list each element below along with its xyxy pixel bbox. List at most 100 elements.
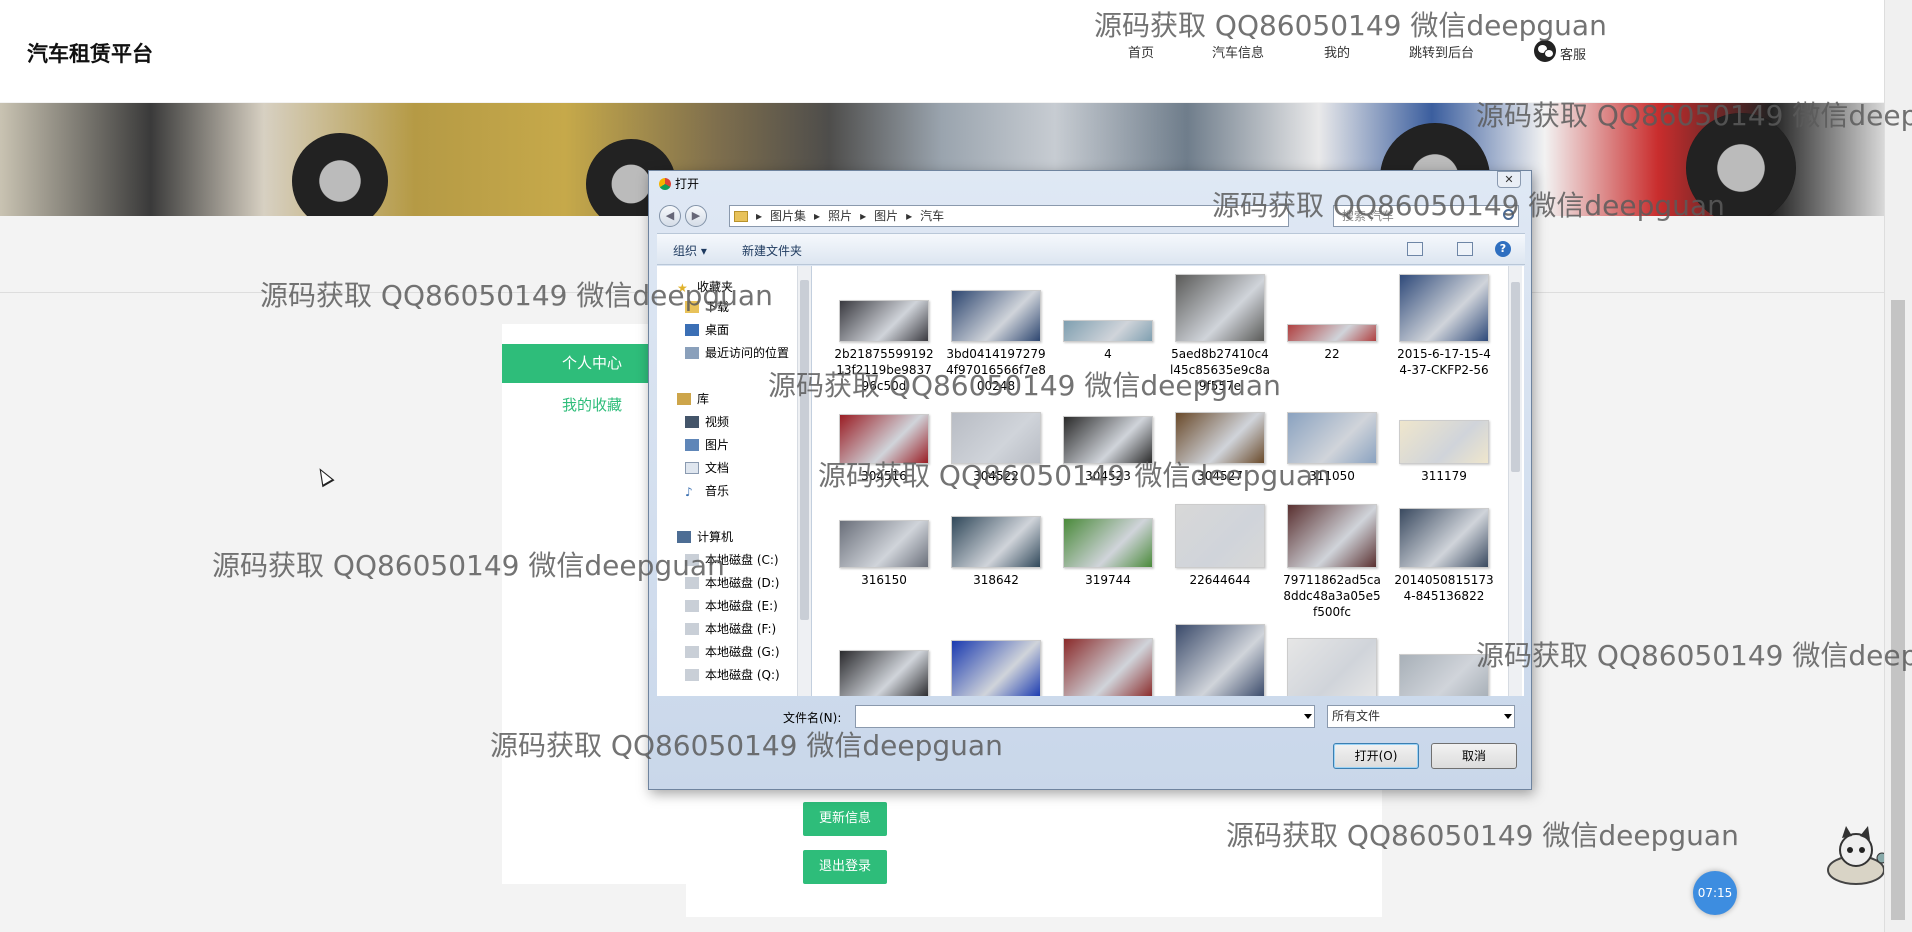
mascot-icon[interactable] bbox=[1818, 824, 1888, 888]
file-item[interactable]: 319744 bbox=[1054, 518, 1162, 588]
file-item[interactable]: 316150 bbox=[830, 520, 938, 588]
organize-menu[interactable]: 组织 ▾ bbox=[673, 242, 707, 259]
nav-drive-e[interactable]: 本地磁盘 (E:) bbox=[685, 597, 778, 614]
help-icon[interactable]: ? bbox=[1495, 241, 1511, 257]
filename-input[interactable] bbox=[855, 705, 1315, 728]
nav-customer-service[interactable]: 客服 bbox=[1534, 38, 1586, 63]
file-item[interactable]: 2b21875599192 13f2119be9837 96c50d bbox=[830, 300, 938, 394]
nav-drive-c[interactable]: 本地磁盘 (C:) bbox=[685, 551, 779, 568]
brand-title[interactable]: 汽车租赁平台 bbox=[27, 38, 153, 68]
nav-drive-g[interactable]: 本地磁盘 (G:) bbox=[685, 643, 780, 660]
logout-button[interactable]: 退出登录 bbox=[803, 850, 887, 884]
file-item[interactable]: 5aed8b27410c4 l45c85635e9c8a 9f557e bbox=[1166, 274, 1274, 394]
file-thumbnail bbox=[1063, 638, 1153, 696]
nav-music[interactable]: ♪ 音乐 bbox=[685, 482, 729, 499]
back-button[interactable]: ◀ bbox=[659, 205, 681, 227]
file-item[interactable]: 2015-6-17-15-4 4-37-CKFP2-56 bbox=[1390, 274, 1498, 378]
file-name: 316150 bbox=[861, 573, 907, 587]
file-thumbnail bbox=[951, 640, 1041, 696]
file-item[interactable] bbox=[1166, 624, 1274, 696]
file-item[interactable]: 304523 bbox=[1054, 416, 1162, 484]
file-item[interactable]: 304516 bbox=[830, 414, 938, 484]
scroll-thumb[interactable] bbox=[1511, 282, 1520, 472]
nav-car-info[interactable]: 汽车信息 bbox=[1212, 42, 1264, 61]
nav-computer[interactable]: 计算机 bbox=[677, 528, 733, 545]
breadcrumb-item[interactable]: 图片 bbox=[874, 206, 898, 226]
open-button[interactable]: 打开(O) bbox=[1333, 743, 1419, 769]
close-icon[interactable]: ✕ bbox=[1497, 171, 1521, 188]
drive-icon bbox=[685, 576, 699, 589]
nav-desktop[interactable]: 桌面 bbox=[685, 321, 729, 338]
file-thumbnail bbox=[1175, 274, 1265, 342]
cancel-button[interactable]: 取消 bbox=[1431, 743, 1517, 769]
nav-home[interactable]: 首页 bbox=[1128, 42, 1154, 61]
file-item[interactable]: 22644644 bbox=[1166, 504, 1274, 588]
view-options-icon[interactable] bbox=[1407, 242, 1423, 256]
new-folder-button[interactable]: 新建文件夹 bbox=[742, 242, 802, 259]
nav-drive-d[interactable]: 本地磁盘 (D:) bbox=[685, 574, 779, 591]
nav-videos[interactable]: 视频 bbox=[685, 413, 729, 430]
file-item[interactable] bbox=[1278, 638, 1386, 696]
forward-button[interactable]: ▶ bbox=[685, 205, 707, 227]
file-thumbnail bbox=[1063, 518, 1153, 568]
nav-mine[interactable]: 我的 bbox=[1324, 42, 1350, 61]
nav-recent[interactable]: 最近访问的位置 bbox=[685, 344, 789, 361]
file-name: 79711862ad5ca 8ddc48a3a05e5 f500fc bbox=[1283, 573, 1381, 619]
banner-wheel bbox=[292, 133, 388, 216]
file-name: 304527 bbox=[1197, 469, 1243, 483]
file-item[interactable]: 3bd0414197279 4f97016566f7e8 00248 bbox=[942, 290, 1050, 394]
file-thumbnail bbox=[1399, 274, 1489, 342]
header: 汽车租赁平台 首页 汽车信息 我的 跳转到后台 客服 bbox=[0, 0, 1884, 102]
chevron-down-icon[interactable] bbox=[1504, 714, 1512, 719]
file-item[interactable]: 304527 bbox=[1166, 412, 1274, 484]
file-item[interactable] bbox=[942, 640, 1050, 696]
timer-badge[interactable]: 07:15 bbox=[1693, 871, 1737, 915]
file-item[interactable] bbox=[1390, 654, 1498, 696]
file-item[interactable]: 311179 bbox=[1390, 420, 1498, 484]
file-item[interactable]: 79711862ad5ca 8ddc48a3a05e5 f500fc bbox=[1278, 504, 1386, 620]
scroll-thumb[interactable] bbox=[800, 280, 809, 620]
navigation-pane: ★ 收藏夹 下载 桌面 最近访问的位置 库 视频 图片 文档 ♪ 音乐 计算机 本地… bbox=[657, 266, 812, 696]
drive-icon bbox=[685, 645, 699, 658]
nav-drive-q[interactable]: 本地磁盘 (Q:) bbox=[685, 666, 780, 683]
breadcrumb-item[interactable]: 图片集 bbox=[770, 206, 806, 226]
preview-pane-icon[interactable] bbox=[1457, 242, 1473, 256]
file-item[interactable]: 318642 bbox=[942, 516, 1050, 588]
file-item[interactable]: 2014050815173 4-845136822 bbox=[1390, 508, 1498, 604]
chevron-down-icon[interactable] bbox=[1304, 714, 1312, 719]
file-item[interactable] bbox=[1054, 638, 1162, 696]
breadcrumb-item[interactable]: 照片 bbox=[828, 206, 852, 226]
file-item[interactable]: 22 bbox=[1278, 324, 1386, 362]
nav-admin[interactable]: 跳转到后台 bbox=[1409, 42, 1474, 61]
file-item[interactable]: 304522 bbox=[942, 412, 1050, 484]
filetype-select[interactable]: 所有文件 bbox=[1327, 705, 1515, 728]
update-info-button[interactable]: 更新信息 bbox=[803, 802, 887, 836]
file-list-scrollbar[interactable] bbox=[1508, 266, 1522, 696]
file-item[interactable] bbox=[830, 650, 938, 696]
page-scrollbar[interactable] bbox=[1884, 0, 1912, 932]
nav-drive-f[interactable]: 本地磁盘 (F:) bbox=[685, 620, 776, 637]
library-icon bbox=[677, 392, 691, 405]
file-item[interactable]: 4 bbox=[1054, 320, 1162, 362]
computer-icon bbox=[677, 530, 691, 543]
nav-service-label: 客服 bbox=[1560, 48, 1587, 63]
address-row: ◀ ▶ ▸ 图片集 ▸ 照片 ▸ 图片 ▸ 汽车 搜索 汽车 bbox=[657, 203, 1525, 229]
file-item[interactable]: 311050 bbox=[1278, 412, 1386, 484]
breadcrumb-sep: ▸ bbox=[860, 209, 867, 223]
breadcrumb-item[interactable]: 汽车 bbox=[920, 206, 944, 226]
nav-favorites[interactable]: ★ 收藏夹 bbox=[677, 278, 733, 295]
nav-documents[interactable]: 文档 bbox=[685, 459, 729, 476]
nav-downloads[interactable]: 下载 bbox=[685, 298, 729, 315]
nav-library[interactable]: 库 bbox=[677, 390, 709, 407]
page-scroll-thumb[interactable] bbox=[1891, 300, 1905, 920]
file-name: 2014050815173 4-845136822 bbox=[1394, 573, 1494, 603]
file-name: 304522 bbox=[973, 469, 1019, 483]
address-bar[interactable]: ▸ 图片集 ▸ 照片 ▸ 图片 ▸ 汽车 bbox=[729, 205, 1289, 227]
nav-pictures[interactable]: 图片 bbox=[685, 436, 729, 453]
search-input[interactable]: 搜索 汽车 bbox=[1333, 205, 1519, 227]
file-name: 2015-6-17-15-4 4-37-CKFP2-56 bbox=[1397, 347, 1491, 377]
file-thumbnail bbox=[1175, 412, 1265, 464]
picture-icon bbox=[685, 438, 699, 451]
desktop-icon bbox=[685, 323, 699, 336]
nav-pane-scrollbar[interactable] bbox=[797, 266, 811, 696]
